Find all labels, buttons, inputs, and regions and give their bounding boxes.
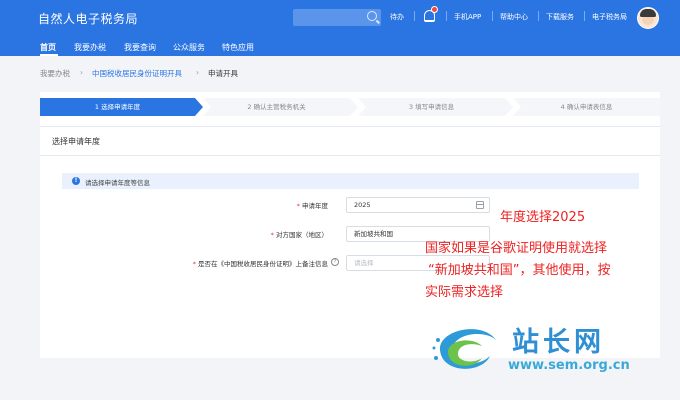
section-title: 选择申请年度 <box>52 137 100 146</box>
etax-link[interactable]: 电子税务局 <box>592 12 627 22</box>
search-input[interactable] <box>293 9 381 26</box>
header-separator <box>538 11 539 21</box>
annotation-year: 年度选择2025 <box>500 210 586 225</box>
year-value: 2025 <box>354 201 371 209</box>
step-1-label: 1 选择申请年度 <box>94 103 141 111</box>
divider <box>40 155 660 156</box>
header-separator <box>414 11 415 21</box>
nav-item-special[interactable]: 特色应用 <box>222 42 254 53</box>
annotation-country-1: 国家如果是谷歌证明使用就选择 <box>425 241 608 256</box>
annotation-country-3: 实际需求选择 <box>425 285 504 300</box>
help-icon[interactable]: ? <box>331 258 339 266</box>
country-value: 新加坡共和国 <box>354 230 393 238</box>
mobile-app-link[interactable]: 手机APP <box>454 12 481 22</box>
nav-active-indicator <box>40 54 58 56</box>
calendar-icon[interactable] <box>476 201 484 209</box>
divider <box>40 126 660 127</box>
avatar[interactable] <box>637 7 659 29</box>
breadcrumb-separator: › <box>196 68 199 77</box>
info-text: 请选择申请年度等信息 <box>85 179 150 187</box>
step-3-label: 3 填写申请信息 <box>408 103 455 111</box>
avatar-hair <box>640 9 656 17</box>
breadcrumb-current: 申请开具 <box>208 69 238 78</box>
main-card <box>40 92 660 358</box>
help-center-link[interactable]: 帮助中心 <box>500 12 528 22</box>
header-separator <box>446 11 447 21</box>
step-2-label: 2 确认主管税务机关 <box>247 103 306 111</box>
breadcrumb-separator: › <box>80 68 83 77</box>
header-separator <box>584 11 585 21</box>
search-icon[interactable] <box>367 11 377 21</box>
breadcrumb-item[interactable]: 中国税收居民身份证明开具 <box>92 68 182 79</box>
year-picker[interactable]: 2025 <box>346 197 490 213</box>
step-4-label: 4 确认申请表信息 <box>560 103 613 111</box>
nav-item-public[interactable]: 公众服务 <box>173 42 205 53</box>
app-title[interactable]: 自然人电子税务局 <box>38 10 138 27</box>
country-label: * 对方国家（地区） <box>270 231 328 239</box>
watermark-text: 站长网 <box>512 327 605 358</box>
watermark-logo <box>432 329 496 369</box>
breadcrumb-item[interactable]: 我要办税 <box>40 68 70 79</box>
nav-item-tax[interactable]: 我要办税 <box>74 42 106 53</box>
notification-badge <box>431 6 438 13</box>
annotation-country-2: “新加坡共和国”，其他使用，按 <box>428 263 611 278</box>
watermark-url: www.sem.org.cn <box>508 358 630 373</box>
todo-link[interactable]: 待办 <box>390 12 404 22</box>
remark-label: * 是否在《中国税收居民身份证明》上备注信息 <box>192 260 328 268</box>
info-icon: ! <box>72 177 80 185</box>
nav-item-home[interactable]: 首页 <box>40 42 56 53</box>
nav-item-query[interactable]: 我要查询 <box>124 42 156 53</box>
header-separator <box>492 11 493 21</box>
year-label: * 申请年度 <box>296 202 328 210</box>
download-link[interactable]: 下载服务 <box>546 12 574 22</box>
